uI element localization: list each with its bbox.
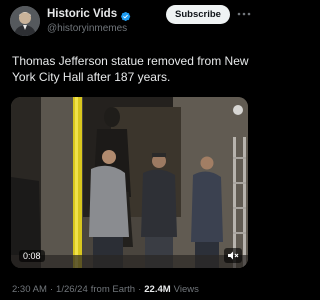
verified-badge-icon: [120, 9, 131, 21]
video-player[interactable]: 0:08: [11, 97, 248, 268]
views-label: Views: [173, 284, 199, 295]
avatar-image: [10, 6, 40, 36]
video-thumbnail: [11, 97, 248, 268]
author-name-row: Historic Vids: [47, 8, 131, 21]
tweet: Historic Vids @historyinmemes Subscribe …: [0, 0, 259, 300]
video-duration: 0:08: [19, 250, 45, 262]
tweet-text: Thomas Jefferson statue removed from New…: [12, 54, 249, 84]
tweet-meta: 2:30 AM · 1/26/24 from Earth · 22.4M Vie…: [12, 284, 199, 295]
tweet-time[interactable]: 2:30 AM: [12, 284, 47, 295]
meta-separator: ·: [138, 284, 142, 295]
meta-separator: ·: [49, 284, 54, 295]
tweet-source: from Earth: [90, 284, 136, 295]
author-display-name[interactable]: Historic Vids: [47, 8, 117, 20]
views-count[interactable]: 22.4M: [144, 284, 170, 295]
tweet-date[interactable]: 1/26/24: [56, 284, 88, 295]
speaker-muted-icon[interactable]: [224, 248, 242, 263]
media-info-icon: [233, 105, 243, 115]
subscribe-button[interactable]: Subscribe: [166, 5, 230, 24]
ellipsis-icon[interactable]: [236, 6, 252, 22]
avatar[interactable]: [10, 6, 40, 36]
author-handle[interactable]: @historyinmemes: [47, 23, 127, 34]
